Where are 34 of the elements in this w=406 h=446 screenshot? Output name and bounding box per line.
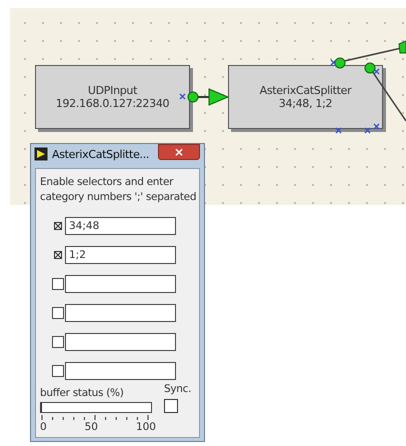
selector-checkbox[interactable] — [52, 220, 64, 232]
output-port-icon[interactable] — [188, 92, 198, 102]
node-parameters: 34;48, 1;2 — [278, 97, 332, 110]
selector-checkbox[interactable] — [52, 249, 64, 261]
node-parameters: 192.168.0.127:22340 — [56, 97, 170, 110]
node-title: AsterixCatSplitter — [260, 84, 352, 97]
instruction-text: category numbers ';' separated — [40, 190, 196, 205]
selector-checkbox[interactable] — [52, 278, 64, 290]
category-input-field[interactable] — [65, 333, 176, 351]
output-port-icon[interactable] — [364, 62, 376, 74]
input-arrow-icon[interactable] — [208, 88, 230, 106]
category-input-field[interactable]: 34;48 — [65, 217, 176, 235]
category-input-field[interactable]: 1;2 — [65, 246, 176, 264]
node-box[interactable]: UDPInput 192.168.0.127:22340 — [35, 65, 190, 129]
selector-checkbox[interactable] — [52, 365, 64, 377]
selector-checkbox[interactable] — [52, 307, 64, 319]
selector-checkbox[interactable] — [52, 336, 64, 348]
window-title: AsterixCatSplitte... — [52, 148, 150, 160]
instruction-text: Enable selectors and enter — [40, 175, 174, 190]
buffer-status-label: buffer status (%) — [40, 387, 124, 400]
scale-label: 0 — [40, 421, 47, 433]
input-arrow-icon[interactable] — [398, 40, 406, 54]
sync-label: Sync. — [164, 383, 192, 396]
category-input-field[interactable] — [65, 362, 176, 380]
node-box[interactable]: AsterixCatSplitter 34;48, 1;2 — [228, 65, 383, 129]
node-title: UDPInput — [88, 84, 138, 97]
scale-label: 100 — [136, 421, 156, 433]
sync-checkbox[interactable] — [164, 399, 178, 413]
category-input-field[interactable] — [65, 275, 176, 293]
close-button[interactable]: × — [158, 144, 200, 160]
app-icon — [34, 147, 48, 161]
scale-label: 50 — [84, 421, 98, 433]
output-port-icon[interactable] — [334, 58, 346, 68]
category-input-field[interactable] — [65, 304, 176, 322]
